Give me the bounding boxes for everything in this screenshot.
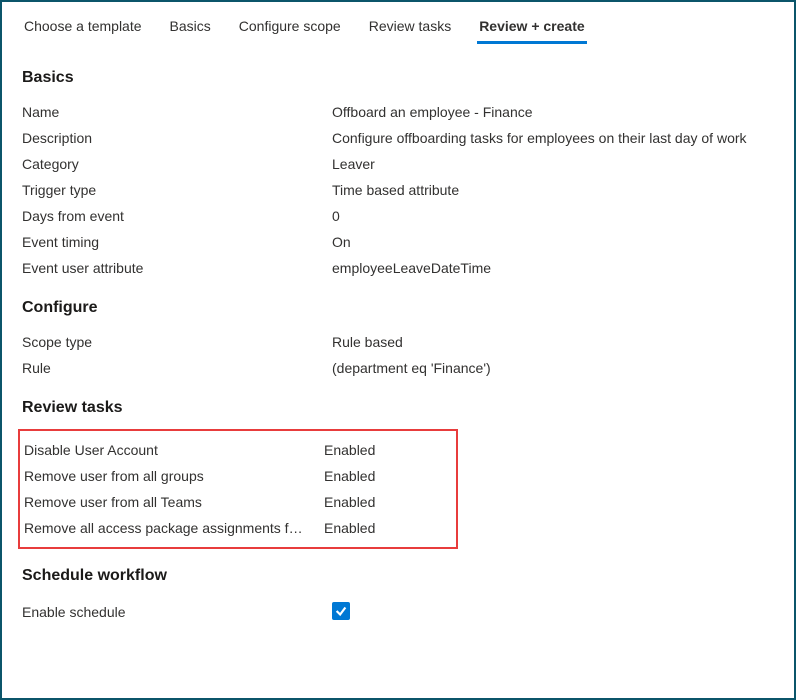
row-rule: Rule (department eq 'Finance') — [22, 355, 774, 381]
label-enable-schedule: Enable schedule — [22, 604, 332, 620]
tab-review-create[interactable]: Review + create — [477, 12, 586, 44]
row-event-timing: Event timing On — [22, 229, 774, 255]
row-event-user-attribute: Event user attribute employeeLeaveDateTi… — [22, 255, 774, 281]
review-tasks-highlight: Disable User Account Enabled Remove user… — [18, 429, 458, 549]
row-scope-type: Scope type Rule based — [22, 329, 774, 355]
checkmark-icon — [334, 604, 348, 618]
tab-basics[interactable]: Basics — [168, 12, 213, 44]
value-rule: (department eq 'Finance') — [332, 360, 491, 376]
tab-configure-scope[interactable]: Configure scope — [237, 12, 343, 44]
label-trigger-type: Trigger type — [22, 182, 332, 198]
value-trigger-type: Time based attribute — [332, 182, 459, 198]
value-days-from-event: 0 — [332, 208, 340, 224]
task-row: Remove user from all Teams Enabled — [20, 489, 452, 515]
checkbox-enable-schedule[interactable] — [332, 602, 350, 620]
row-name: Name Offboard an employee - Finance — [22, 99, 774, 125]
section-title-review-tasks: Review tasks — [22, 399, 774, 417]
task-label: Disable User Account — [24, 442, 324, 458]
label-days-from-event: Days from event — [22, 208, 332, 224]
section-title-schedule: Schedule workflow — [22, 567, 774, 585]
row-days-from-event: Days from event 0 — [22, 203, 774, 229]
value-event-user-attribute: employeeLeaveDateTime — [332, 260, 491, 276]
label-event-user-attribute: Event user attribute — [22, 260, 332, 276]
value-category: Leaver — [332, 156, 375, 172]
label-category: Category — [22, 156, 332, 172]
row-description: Description Configure offboarding tasks … — [22, 125, 774, 151]
row-category: Category Leaver — [22, 151, 774, 177]
value-event-timing: On — [332, 234, 351, 250]
label-name: Name — [22, 104, 332, 120]
task-value: Enabled — [324, 494, 375, 510]
task-label: Remove all access package assignments f… — [24, 520, 324, 536]
value-description: Configure offboarding tasks for employee… — [332, 130, 747, 146]
task-value: Enabled — [324, 468, 375, 484]
row-trigger-type: Trigger type Time based attribute — [22, 177, 774, 203]
task-row: Remove user from all groups Enabled — [20, 463, 452, 489]
label-scope-type: Scope type — [22, 334, 332, 350]
task-value: Enabled — [324, 520, 375, 536]
content-area: Basics Name Offboard an employee - Finan… — [2, 45, 794, 636]
value-enable-schedule — [332, 602, 350, 621]
tab-choose-template[interactable]: Choose a template — [22, 12, 144, 44]
tab-bar: Choose a template Basics Configure scope… — [2, 2, 794, 45]
value-name: Offboard an employee - Finance — [332, 104, 533, 120]
task-row: Remove all access package assignments f…… — [20, 515, 452, 541]
label-description: Description — [22, 130, 332, 146]
section-title-basics: Basics — [22, 69, 774, 87]
row-enable-schedule: Enable schedule — [22, 597, 774, 626]
tab-review-tasks[interactable]: Review tasks — [367, 12, 453, 44]
task-value: Enabled — [324, 442, 375, 458]
label-rule: Rule — [22, 360, 332, 376]
task-row: Disable User Account Enabled — [20, 437, 452, 463]
task-label: Remove user from all Teams — [24, 494, 324, 510]
section-title-configure: Configure — [22, 299, 774, 317]
task-label: Remove user from all groups — [24, 468, 324, 484]
label-event-timing: Event timing — [22, 234, 332, 250]
value-scope-type: Rule based — [332, 334, 403, 350]
